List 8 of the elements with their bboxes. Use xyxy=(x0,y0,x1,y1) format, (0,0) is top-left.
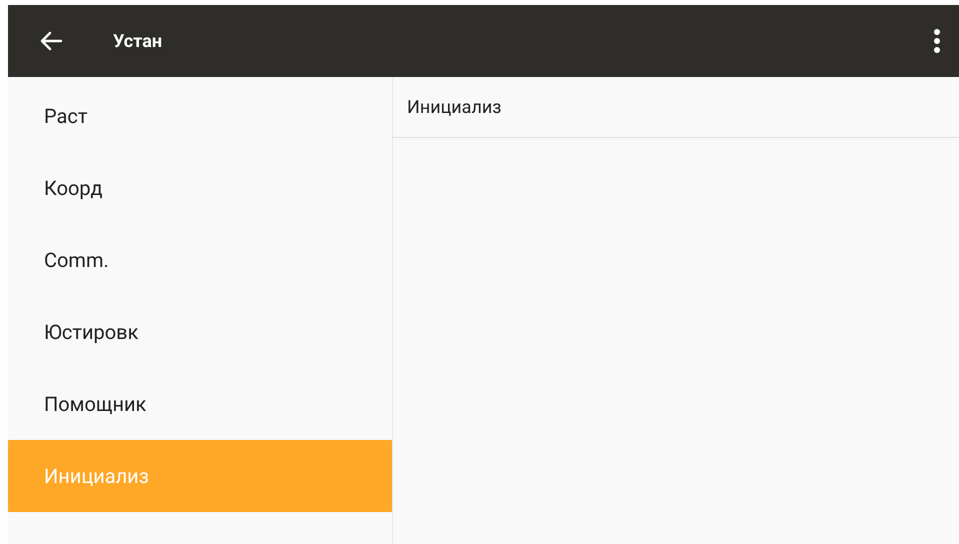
sidebar-item[interactable]: Коорд xyxy=(8,152,392,224)
app-bar-title: Устан xyxy=(113,30,162,54)
sidebar-item[interactable]: Comm. xyxy=(8,224,392,296)
detail-header: Инициализ xyxy=(393,77,959,138)
back-arrow-icon xyxy=(39,30,63,52)
sidebar-item[interactable]: Юстировк xyxy=(8,296,392,368)
sidebar-item[interactable]: Помощник xyxy=(8,368,392,440)
sidebar-item[interactable]: Раст xyxy=(8,80,392,152)
